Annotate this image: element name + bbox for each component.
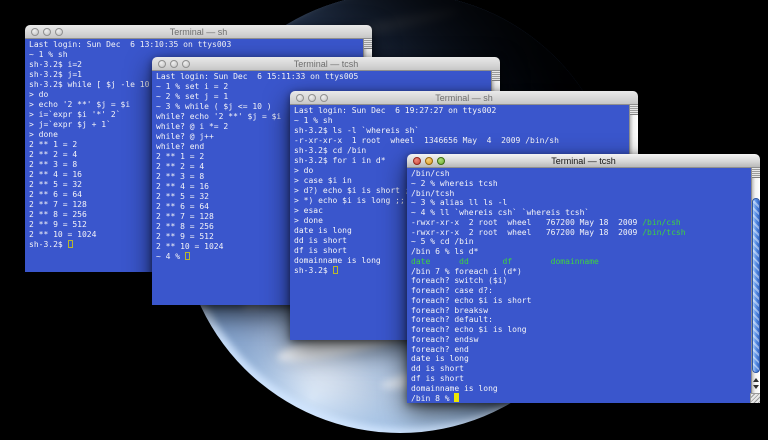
window-title: Terminal — sh	[25, 25, 372, 39]
split-pane-button[interactable]	[630, 105, 638, 115]
scrollbar[interactable]	[751, 168, 760, 403]
terminal-window-tcsh-2[interactable]: Terminal — tcsh /bin/csh~ 2 % whereis tc…	[407, 154, 760, 403]
title-bar[interactable]: Terminal — sh	[25, 25, 372, 39]
title-bar[interactable]: Terminal — tcsh	[407, 154, 760, 168]
terminal-text: /bin/csh~ 2 % whereis tcsh/bin/tcsh~ 3 %…	[407, 168, 751, 403]
split-pane-button[interactable]	[492, 71, 500, 81]
split-pane-button[interactable]	[752, 168, 760, 178]
title-bar[interactable]: Terminal — sh	[290, 91, 638, 105]
scrollbar-thumb[interactable]	[752, 198, 760, 373]
window-title: Terminal — tcsh	[152, 57, 500, 71]
title-bar[interactable]: Terminal — tcsh	[152, 57, 500, 71]
terminal-content[interactable]: /bin/csh~ 2 % whereis tcsh/bin/tcsh~ 3 %…	[407, 168, 760, 403]
window-title: Terminal — tcsh	[407, 154, 760, 168]
split-pane-button[interactable]	[364, 39, 372, 49]
scroll-up-arrow[interactable]	[753, 378, 759, 382]
window-title: Terminal — sh	[290, 91, 638, 105]
resize-grip[interactable]	[750, 393, 760, 403]
scroll-down-arrow[interactable]	[753, 385, 759, 389]
